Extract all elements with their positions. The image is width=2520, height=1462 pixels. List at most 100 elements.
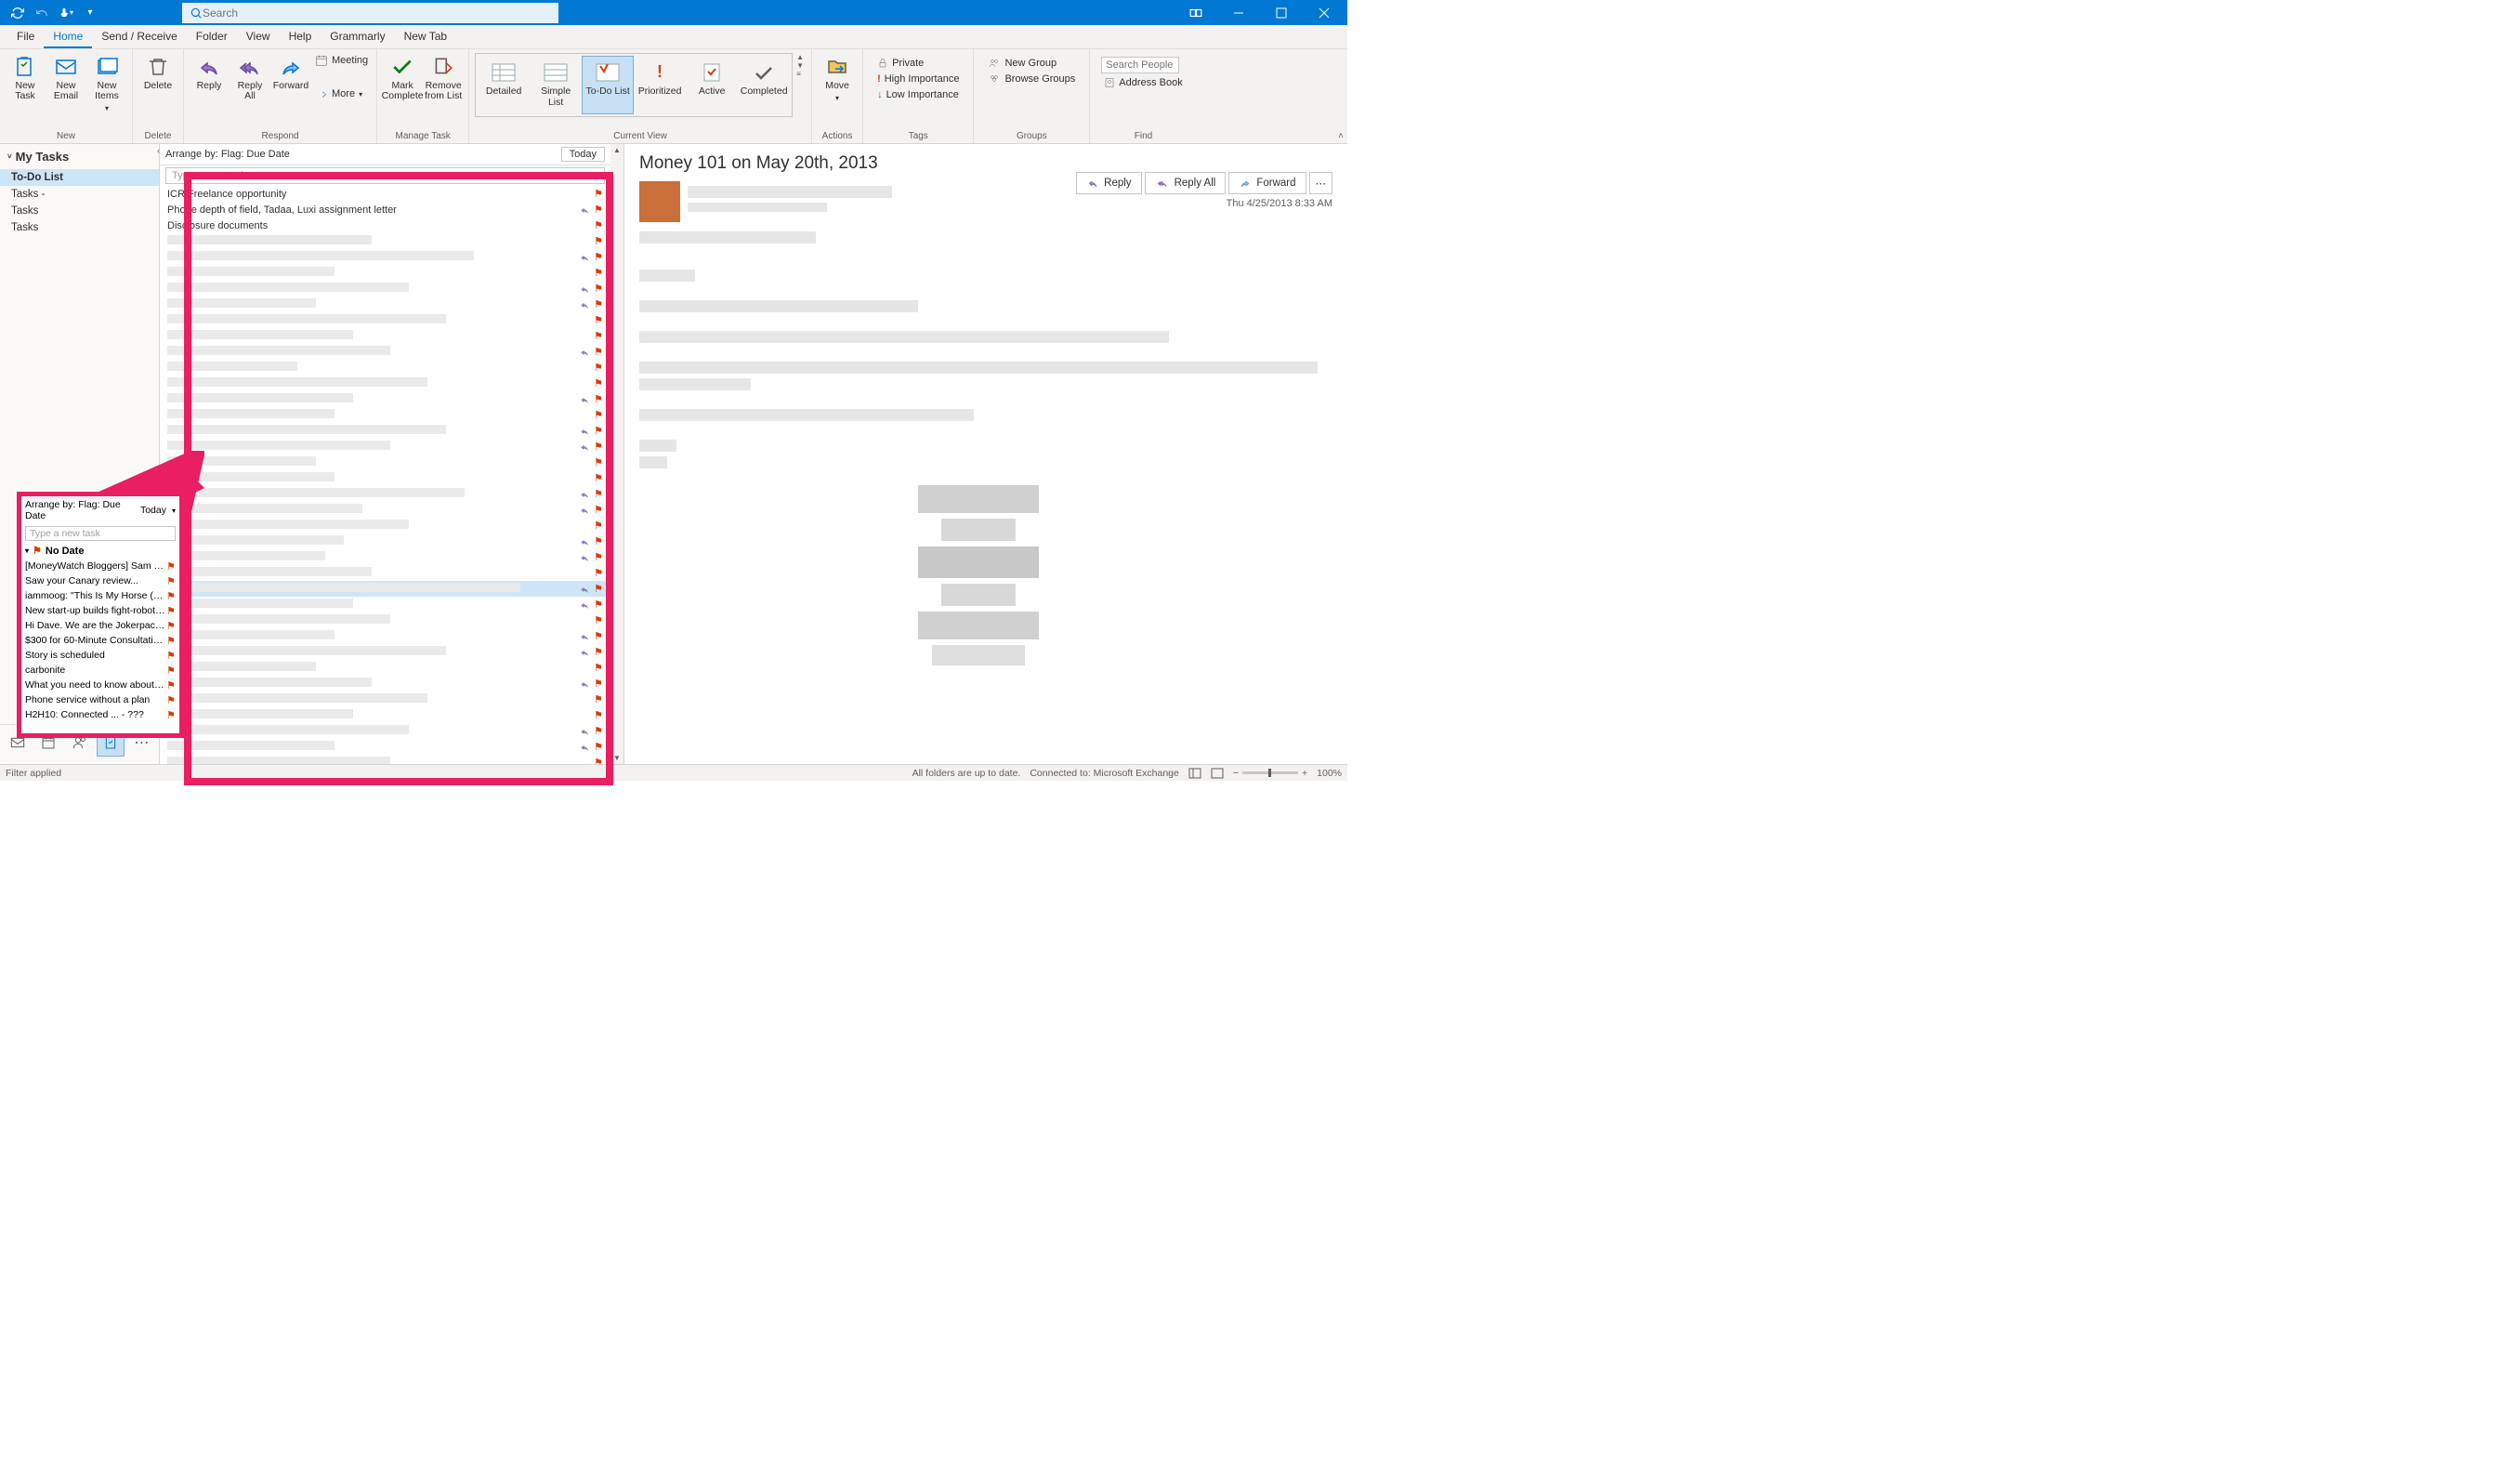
flag-icon[interactable]: ⚑ — [594, 456, 603, 468]
tab-send-receive[interactable]: Send / Receive — [92, 26, 186, 48]
reading-reply-button[interactable]: Reply — [1076, 172, 1141, 194]
reading-reply-all-button[interactable]: Reply All — [1145, 172, 1227, 194]
task-row[interactable]: ⚑ — [160, 312, 610, 328]
flag-icon[interactable]: ⚑ — [594, 441, 603, 453]
collapse-ribbon-icon[interactable]: ˄ — [1338, 131, 1344, 141]
flag-icon[interactable]: ⚑ — [594, 188, 603, 200]
view-active[interactable]: Active — [686, 56, 738, 114]
peek-today[interactable]: Today — [140, 505, 166, 516]
flag-icon[interactable]: ⚑ — [594, 219, 603, 231]
view-more[interactable]: ≡ — [796, 70, 804, 78]
peek-task-row[interactable]: [MoneyWatch Bloggers] Sam Sta...⚑ — [21, 559, 179, 573]
flag-icon[interactable]: ⚑ — [594, 330, 603, 342]
task-row[interactable]: ⚑ — [160, 597, 610, 612]
move-button[interactable]: Move▾ — [818, 53, 857, 103]
task-row[interactable]: Disclosure documents⚑ — [160, 217, 610, 233]
task-row[interactable]: ⚑ — [160, 612, 610, 628]
task-row[interactable]: ⚑ — [160, 581, 610, 597]
flag-icon[interactable]: ⚑ — [594, 425, 603, 437]
reading-more-button[interactable]: ⋯ — [1309, 172, 1333, 194]
view-detailed[interactable]: Detailed — [478, 56, 530, 114]
delete-button[interactable]: Delete — [138, 53, 177, 91]
tab-home[interactable]: Home — [44, 26, 92, 48]
new-task-input[interactable]: Type a new task — [165, 167, 605, 184]
task-row[interactable]: ⚑ — [160, 407, 610, 423]
task-row[interactable]: ⚑ — [160, 470, 610, 486]
flag-icon[interactable]: ⚑ — [166, 635, 176, 647]
peek-arrange-label[interactable]: Arrange by: Flag: Due Date — [25, 499, 135, 521]
more-button[interactable]: More▾ — [312, 86, 371, 101]
task-row[interactable]: ⚑ — [160, 502, 610, 518]
reading-forward-button[interactable]: Forward — [1228, 172, 1306, 194]
scroll-down-icon[interactable]: ▼ — [611, 752, 623, 764]
flag-icon[interactable]: ⚑ — [594, 346, 603, 358]
high-importance-button[interactable]: !High Importance — [874, 72, 962, 86]
search-box[interactable] — [182, 3, 558, 23]
flag-icon[interactable]: ⚑ — [594, 362, 603, 374]
flag-icon[interactable]: ⚑ — [166, 575, 176, 587]
flag-icon[interactable]: ⚑ — [166, 620, 176, 632]
flag-icon[interactable]: ⚑ — [166, 679, 176, 691]
task-row[interactable]: ⚑ — [160, 281, 610, 296]
task-row[interactable]: ⚑ — [160, 296, 610, 312]
flag-icon[interactable]: ⚑ — [594, 567, 603, 579]
flag-icon[interactable]: ⚑ — [594, 599, 603, 611]
task-row[interactable]: ⚑ — [160, 249, 610, 265]
new-items-button[interactable]: New Items▾ — [87, 53, 126, 113]
task-row[interactable]: ⚑ — [160, 518, 610, 533]
minimize-button[interactable] — [1225, 0, 1253, 25]
peek-task-row[interactable]: Hi Dave. We are the Jokerpack T...⚑ — [21, 618, 179, 633]
flag-icon[interactable]: ⚑ — [594, 535, 603, 547]
reply-button[interactable]: Reply — [190, 53, 229, 91]
flag-icon[interactable]: ⚑ — [594, 409, 603, 421]
low-importance-button[interactable]: ↓Low Importance — [874, 88, 962, 101]
task-row[interactable]: ⚑ — [160, 328, 610, 344]
tab-new-tab[interactable]: New Tab — [395, 26, 456, 48]
task-row[interactable]: ⚑ — [160, 454, 610, 470]
task-row[interactable]: ⚑ — [160, 391, 610, 407]
peek-new-task-input[interactable]: Type a new task — [25, 526, 176, 541]
task-row[interactable]: ⚑ — [160, 375, 610, 391]
task-row[interactable]: ⚑ — [160, 691, 610, 707]
peek-sort-icon[interactable]: ▾ — [172, 507, 176, 515]
flag-icon[interactable]: ⚑ — [594, 204, 603, 216]
flag-icon[interactable]: ⚑ — [594, 741, 603, 753]
tab-file[interactable]: File — [7, 26, 44, 48]
display-options-icon[interactable] — [1182, 0, 1210, 25]
flag-icon[interactable]: ⚑ — [594, 520, 603, 532]
flag-icon[interactable]: ⚑ — [594, 472, 603, 484]
view-reading-icon[interactable] — [1211, 768, 1224, 779]
flag-icon[interactable]: ⚑ — [594, 709, 603, 721]
today-filter[interactable]: Today — [561, 147, 605, 162]
flag-icon[interactable]: ⚑ — [594, 662, 603, 674]
flag-icon[interactable]: ⚑ — [594, 614, 603, 626]
flag-icon[interactable]: ⚑ — [166, 709, 176, 721]
flag-icon[interactable]: ⚑ — [166, 650, 176, 662]
maximize-button[interactable] — [1267, 0, 1295, 25]
task-row[interactable]: ⚑ — [160, 755, 610, 764]
private-button[interactable]: Private — [874, 57, 962, 70]
task-row[interactable]: ⚑ — [160, 533, 610, 549]
task-row[interactable]: ⚑ — [160, 549, 610, 565]
peek-task-row[interactable]: New start-up builds fight-robots;...⚑ — [21, 603, 179, 618]
flag-icon[interactable]: ⚑ — [594, 393, 603, 405]
flag-icon[interactable]: ⚑ — [594, 551, 603, 563]
task-row[interactable]: ⚑ — [160, 265, 610, 281]
search-input[interactable] — [203, 7, 551, 20]
task-row[interactable]: ICR Freelance opportunity⚑ — [160, 186, 610, 202]
task-row[interactable]: ⚑ — [160, 628, 610, 644]
browse-groups-button[interactable]: Browse Groups — [985, 72, 1078, 86]
tab-view[interactable]: View — [237, 26, 280, 48]
task-row[interactable]: ⚑ — [160, 233, 610, 249]
view-simple-list[interactable]: Simple List — [530, 56, 582, 114]
close-button[interactable] — [1310, 0, 1338, 25]
flag-icon[interactable]: ⚑ — [594, 678, 603, 690]
peek-task-row[interactable]: What you need to know about th...⚑ — [21, 678, 179, 692]
flag-icon[interactable]: ⚑ — [594, 298, 603, 310]
task-row[interactable]: ⚑ — [160, 423, 610, 439]
flag-icon[interactable]: ⚑ — [594, 693, 603, 705]
task-row[interactable]: ⚑ — [160, 360, 610, 375]
flag-icon[interactable]: ⚑ — [166, 605, 176, 617]
qat-customize-icon[interactable]: ▾ — [82, 5, 98, 21]
task-row[interactable]: Phone depth of field, Tadaa, Luxi assign… — [160, 202, 610, 217]
